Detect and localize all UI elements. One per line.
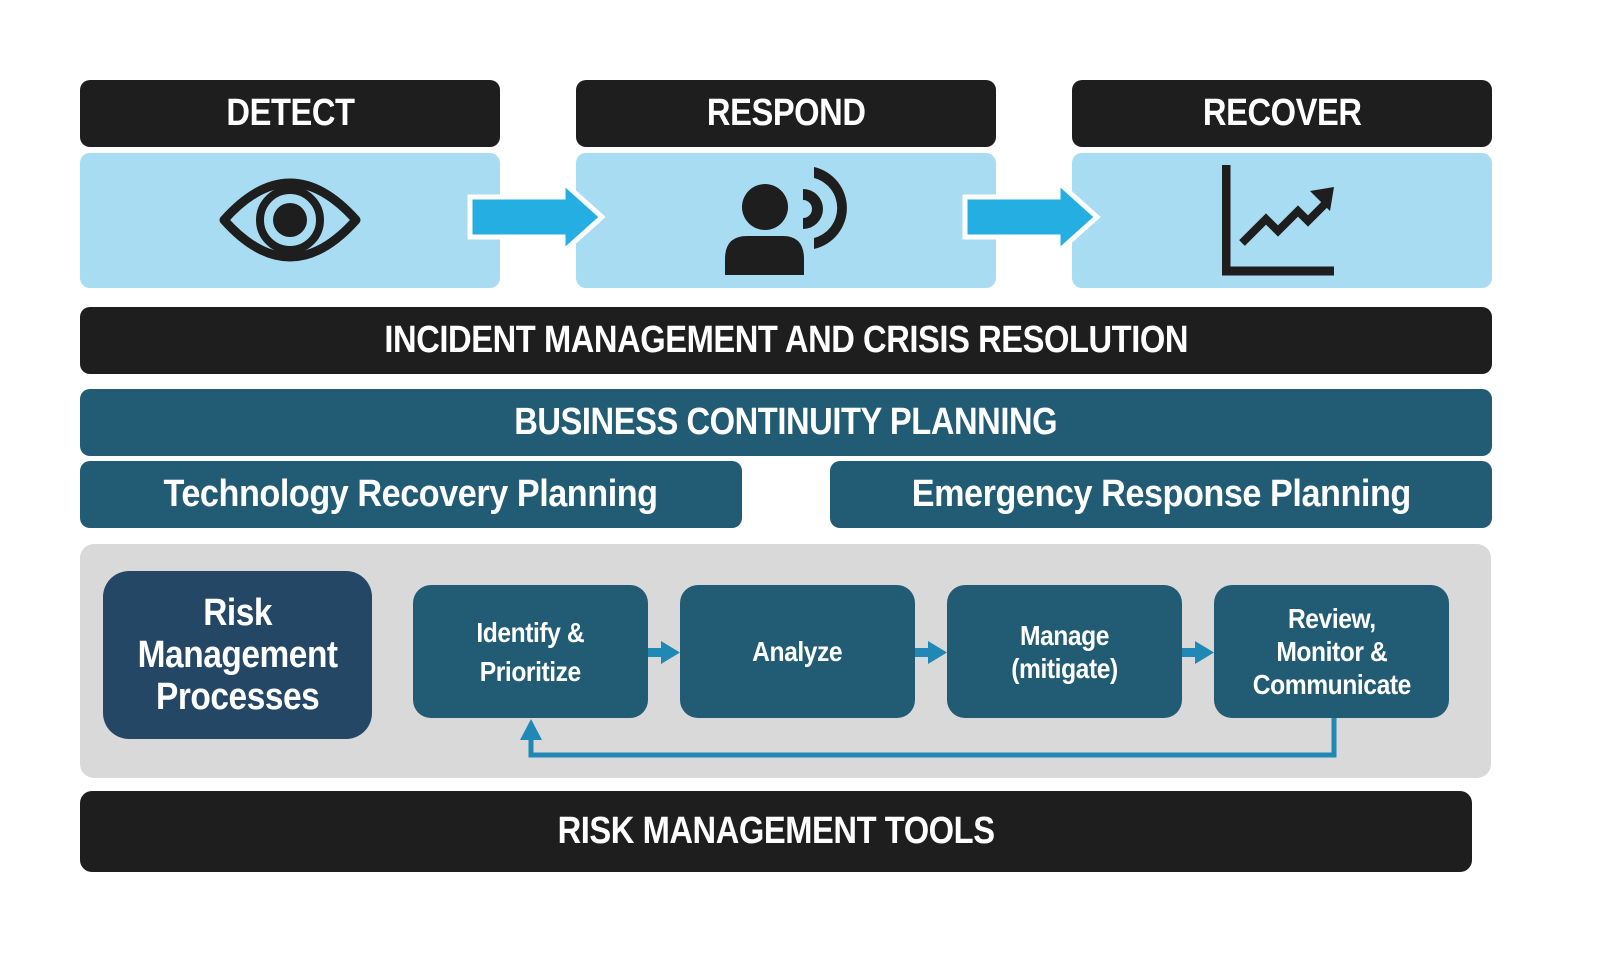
flow-arrow-3 [1182,641,1214,664]
flow-arrow-1 [648,641,680,664]
risk-management-tools-label: RISK MANAGEMENT TOOLS [557,810,995,852]
risk-management-tools-bar: RISK MANAGEMENT TOOLS [80,791,1472,872]
flow-arrow-2 [915,641,947,664]
loop-back-arrow [520,718,1337,758]
